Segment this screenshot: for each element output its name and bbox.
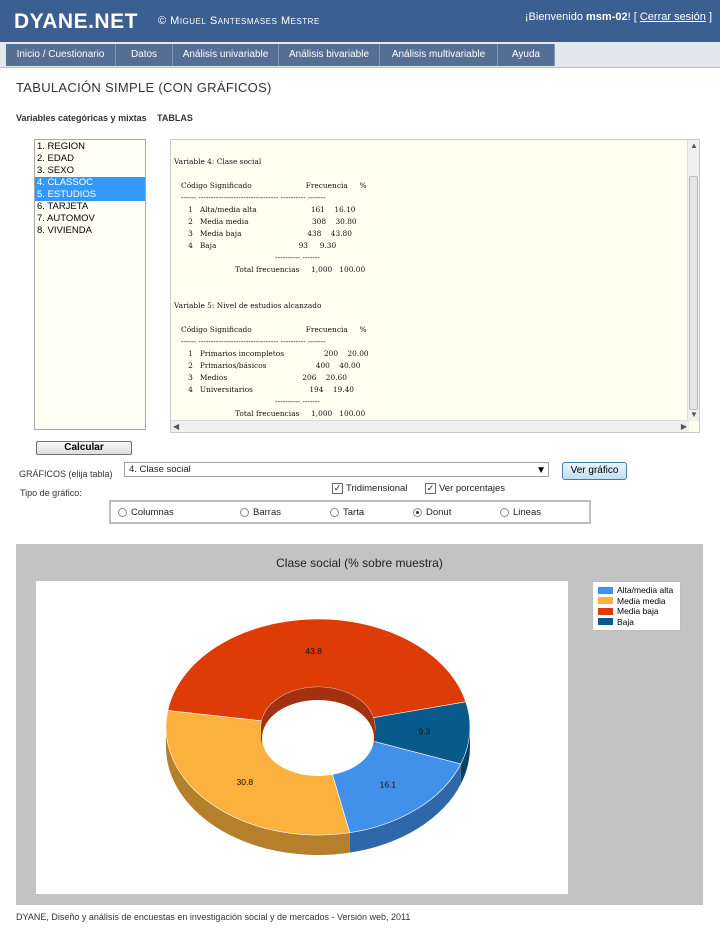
welcome-end: ] <box>708 11 712 23</box>
welcome-separator: ! [ <box>627 11 637 23</box>
chart-panel: Clase social (% sobre muestra) 16.1 30.8 4… <box>16 544 703 905</box>
page-title: TABULACIÓN SIMPLE (CON GRÁFICOS) <box>16 80 272 95</box>
legend-label: Baja <box>617 616 635 627</box>
tables-output[interactable]: Variable 4: Clase social Código Signific… <box>170 139 700 433</box>
legend-swatch <box>598 607 613 615</box>
view-chart-button[interactable]: Ver gráfico <box>562 462 627 480</box>
radio-label: Barras <box>253 507 281 518</box>
scroll-thumb[interactable] <box>689 176 698 410</box>
percentages-checkbox[interactable]: ✓ Ver porcentajes <box>425 483 505 494</box>
legend-item: Baja <box>598 617 680 628</box>
radio-label: Donut <box>426 507 452 518</box>
radio-lineas[interactable]: Lineas <box>500 507 541 518</box>
radio-icon <box>240 508 249 517</box>
radio-icon <box>413 508 422 517</box>
radio-columnas[interactable]: Columnas <box>118 507 174 518</box>
legend-swatch <box>598 618 613 626</box>
tridimensional-checkbox[interactable]: ✓ Tridimensional <box>332 483 407 494</box>
radio-icon <box>500 508 509 517</box>
variable-option[interactable]: 2. EDAD <box>35 153 145 165</box>
check-icon: ✓ <box>332 483 343 494</box>
footer-text: DYANE, Diseño y análisis de encuestas en… <box>16 912 411 922</box>
radio-donut[interactable]: Donut <box>413 507 451 518</box>
variable-option[interactable]: 8. VIVIENDA <box>35 225 145 237</box>
radio-tarta[interactable]: Tarta <box>330 507 364 518</box>
plot-area: 16.1 30.8 43.8 9.3 <box>36 581 568 894</box>
calculate-button[interactable]: Calcular <box>36 441 132 455</box>
tables-label: TABLAS <box>157 113 193 123</box>
username: msm-02 <box>586 11 628 23</box>
legend-swatch <box>598 586 613 594</box>
scroll-right-icon[interactable]: ▶ <box>681 422 687 432</box>
chart-title: Clase social (% sobre muestra) <box>276 556 443 570</box>
scroll-left-icon[interactable]: ◀ <box>173 422 179 432</box>
radio-label: Columnas <box>131 507 174 518</box>
legend-item: Media media <box>598 596 680 607</box>
variable-option[interactable]: 6. TARJETA <box>35 201 145 213</box>
variable-option[interactable]: 3. SEXO <box>35 165 145 177</box>
radio-barras[interactable]: Barras <box>240 507 281 518</box>
slice-value-label: 43.8 <box>305 646 322 656</box>
variables-label: Variables categóricas y mixtas <box>16 113 147 123</box>
legend-item: Media baja <box>598 606 680 617</box>
radio-label: Tarta <box>343 507 365 518</box>
variable-option[interactable]: 4. CLASSOC <box>35 177 145 189</box>
slice-value-label: 16.1 <box>380 779 397 789</box>
logout-link[interactable]: Cerrar sesión <box>640 11 706 23</box>
nav-tab-1[interactable]: Inicio / Cuestionario <box>6 44 116 66</box>
donut-chart: 16.1 30.8 43.8 9.3 <box>165 618 471 855</box>
legend-label: Media media <box>617 595 666 606</box>
chart-type-label: Tipo de gráfico: <box>20 488 82 498</box>
percentages-label: Ver porcentajes <box>439 483 506 494</box>
legend-item: Alta/media alta <box>598 585 680 596</box>
slice-value-label: 30.8 <box>237 777 254 787</box>
tridimensional-label: Tridimensional <box>346 483 408 494</box>
variables-listbox[interactable]: 1. REGION 2. EDAD 3. SEXO 4. CLASSOC 5. ESTU… <box>34 139 146 430</box>
radio-icon <box>330 508 339 517</box>
check-icon: ✓ <box>425 483 436 494</box>
author-credit: © Miguel Santesmases Mestre <box>158 15 320 27</box>
welcome-message: ¡Bienvenido msm-02! [ Cerrar sesión ] <box>525 11 712 23</box>
main-navigation: Inicio / Cuestionario Datos Análisis univa… <box>0 42 720 68</box>
vertical-scrollbar[interactable]: ▲ ▼ <box>687 140 699 421</box>
welcome-prefix: ¡Bienvenido <box>524 11 583 23</box>
top-header: DYANE.NET © Miguel Santesmases Mestre ¡B… <box>0 0 720 42</box>
chart-type-radio-group: Columnas Barras Tarta Donut Lineas <box>109 500 591 524</box>
variable-option[interactable]: 5. ESTUDIOS <box>35 189 145 201</box>
chart-legend: Alta/media alta Media media Media baja Baja <box>592 581 681 631</box>
table-select[interactable]: 4. Clase social ▼ <box>124 462 549 477</box>
variable-option[interactable]: 1. REGION <box>35 141 145 153</box>
app-brand: DYANE.NET <box>14 10 138 33</box>
nav-tab-3[interactable]: Análisis univariable <box>173 44 279 66</box>
nav-tab-2[interactable]: Datos <box>116 44 173 66</box>
slice-value-label: 9.3 <box>418 726 430 736</box>
scroll-down-icon[interactable]: ▼ <box>690 410 698 420</box>
donut-hole <box>262 700 374 776</box>
radio-label: Lineas <box>513 507 541 518</box>
nav-tab-5[interactable]: Análisis multivariable <box>380 44 498 66</box>
table-select-value: 4. Clase social <box>129 464 191 475</box>
frequency-tables-text: Variable 4: Clase social Código Signific… <box>174 157 369 418</box>
nav-tabs: Inicio / Cuestionario Datos Análisis univa… <box>6 44 555 66</box>
graficos-label: GRÁFICOS (elija tabla) <box>19 469 113 479</box>
radio-icon <box>118 508 127 517</box>
nav-tab-6[interactable]: Ayuda <box>498 44 555 66</box>
legend-swatch <box>598 597 613 605</box>
horizontal-scrollbar[interactable]: ◀ ▶ <box>171 420 689 432</box>
legend-label: Media baja <box>617 606 659 617</box>
legend-label: Alta/media alta <box>617 585 674 596</box>
nav-tab-4[interactable]: Análisis bivariable <box>279 44 380 66</box>
scroll-up-icon[interactable]: ▲ <box>690 141 698 151</box>
chevron-down-icon: ▼ <box>536 465 546 476</box>
variable-option[interactable]: 7. AUTOMOV <box>35 213 145 225</box>
